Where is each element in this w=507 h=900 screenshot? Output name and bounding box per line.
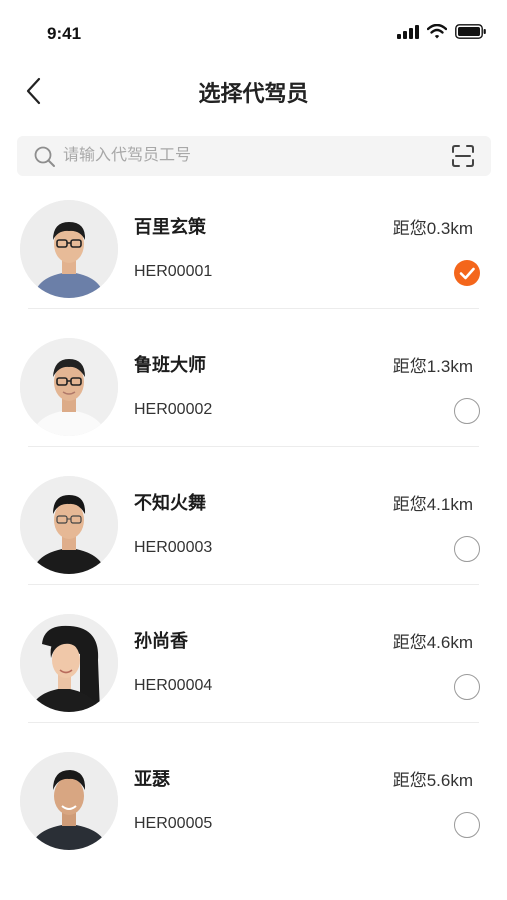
search-icon [34, 146, 55, 167]
driver-name: 不知火舞 [134, 493, 206, 513]
select-radio-checked[interactable] [454, 260, 480, 286]
select-radio[interactable] [454, 398, 480, 424]
avatar [20, 752, 118, 850]
status-bar: 9:41 [0, 0, 507, 60]
select-radio[interactable] [454, 674, 480, 700]
driver-distance: 距您4.1km [392, 495, 473, 514]
driver-item[interactable]: 孙尚香 距您4.6km HER00004 [0, 604, 507, 742]
avatar [20, 476, 118, 574]
divider [28, 584, 479, 585]
driver-distance: 距您4.6km [392, 633, 473, 652]
driver-code: HER00002 [134, 401, 213, 418]
signal-icon [397, 24, 419, 39]
driver-distance: 距您5.6km [392, 771, 473, 790]
page-title: 选择代驾员 [198, 81, 309, 106]
divider [28, 446, 479, 447]
driver-item[interactable]: 鲁班大师 距您1.3km HER00002 [0, 328, 507, 466]
status-icons [397, 24, 487, 39]
avatar [20, 614, 118, 712]
driver-name: 亚瑟 [134, 769, 170, 789]
driver-code: HER00001 [134, 263, 213, 280]
driver-item[interactable]: 百里玄策 距您0.3km HER00001 [0, 190, 507, 328]
driver-distance: 距您0.3km [392, 219, 473, 238]
wifi-icon [427, 24, 447, 39]
driver-item[interactable]: 不知火舞 距您4.1km HER00003 [0, 466, 507, 604]
select-radio[interactable] [454, 536, 480, 562]
driver-code: HER00003 [134, 539, 213, 556]
driver-code: HER00005 [134, 815, 213, 832]
scan-icon[interactable] [451, 144, 475, 168]
driver-name: 孙尚香 [134, 631, 188, 651]
driver-name: 鲁班大师 [134, 355, 206, 375]
check-icon [459, 267, 475, 280]
driver-item[interactable]: 亚瑟 距您5.6km HER00005 [0, 742, 507, 880]
status-time: 9:41 [47, 24, 82, 43]
select-radio[interactable] [454, 812, 480, 838]
driver-code: HER00004 [134, 677, 213, 694]
search-bar [17, 136, 491, 176]
driver-name: 百里玄策 [134, 217, 206, 237]
battery-icon [455, 24, 486, 39]
avatar [20, 338, 118, 436]
driver-distance: 距您1.3km [392, 357, 473, 376]
driver-list: 百里玄策 距您0.3km HER00001 鲁班大师 距您1.3km HER00… [0, 190, 507, 880]
avatar [20, 200, 118, 298]
search-input[interactable] [63, 136, 433, 176]
divider [28, 308, 479, 309]
nav-bar: 选择代驾员 [0, 62, 507, 120]
divider [28, 722, 479, 723]
